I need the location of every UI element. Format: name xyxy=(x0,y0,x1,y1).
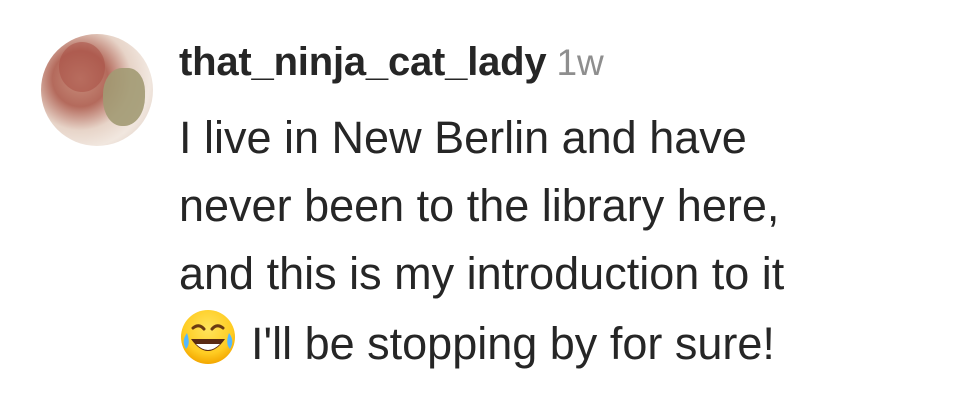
comment-line: I'll be stopping by for sure! xyxy=(251,318,775,369)
laughing-crying-face-icon xyxy=(181,310,235,364)
username-link[interactable]: that_ninja_cat_lady xyxy=(179,40,547,85)
avatar-photo-detail xyxy=(103,68,145,126)
comment-last-line: I'll be stopping by for sure! xyxy=(179,308,969,378)
comment: that_ninja_cat_lady 1w I live in New Ber… xyxy=(0,0,980,404)
comment-line: never been to the library here, xyxy=(179,180,780,231)
comment-header: that_ninja_cat_lady 1w xyxy=(179,40,604,96)
comment-line: I live in New Berlin and have xyxy=(179,112,747,163)
comment-line: and this is my introduction to it xyxy=(179,248,785,299)
comment-text: I live in New Berlin and have never been… xyxy=(179,104,969,378)
comment-timestamp[interactable]: 1w xyxy=(556,42,603,84)
avatar[interactable] xyxy=(41,34,153,146)
avatar-photo-detail xyxy=(59,42,105,92)
